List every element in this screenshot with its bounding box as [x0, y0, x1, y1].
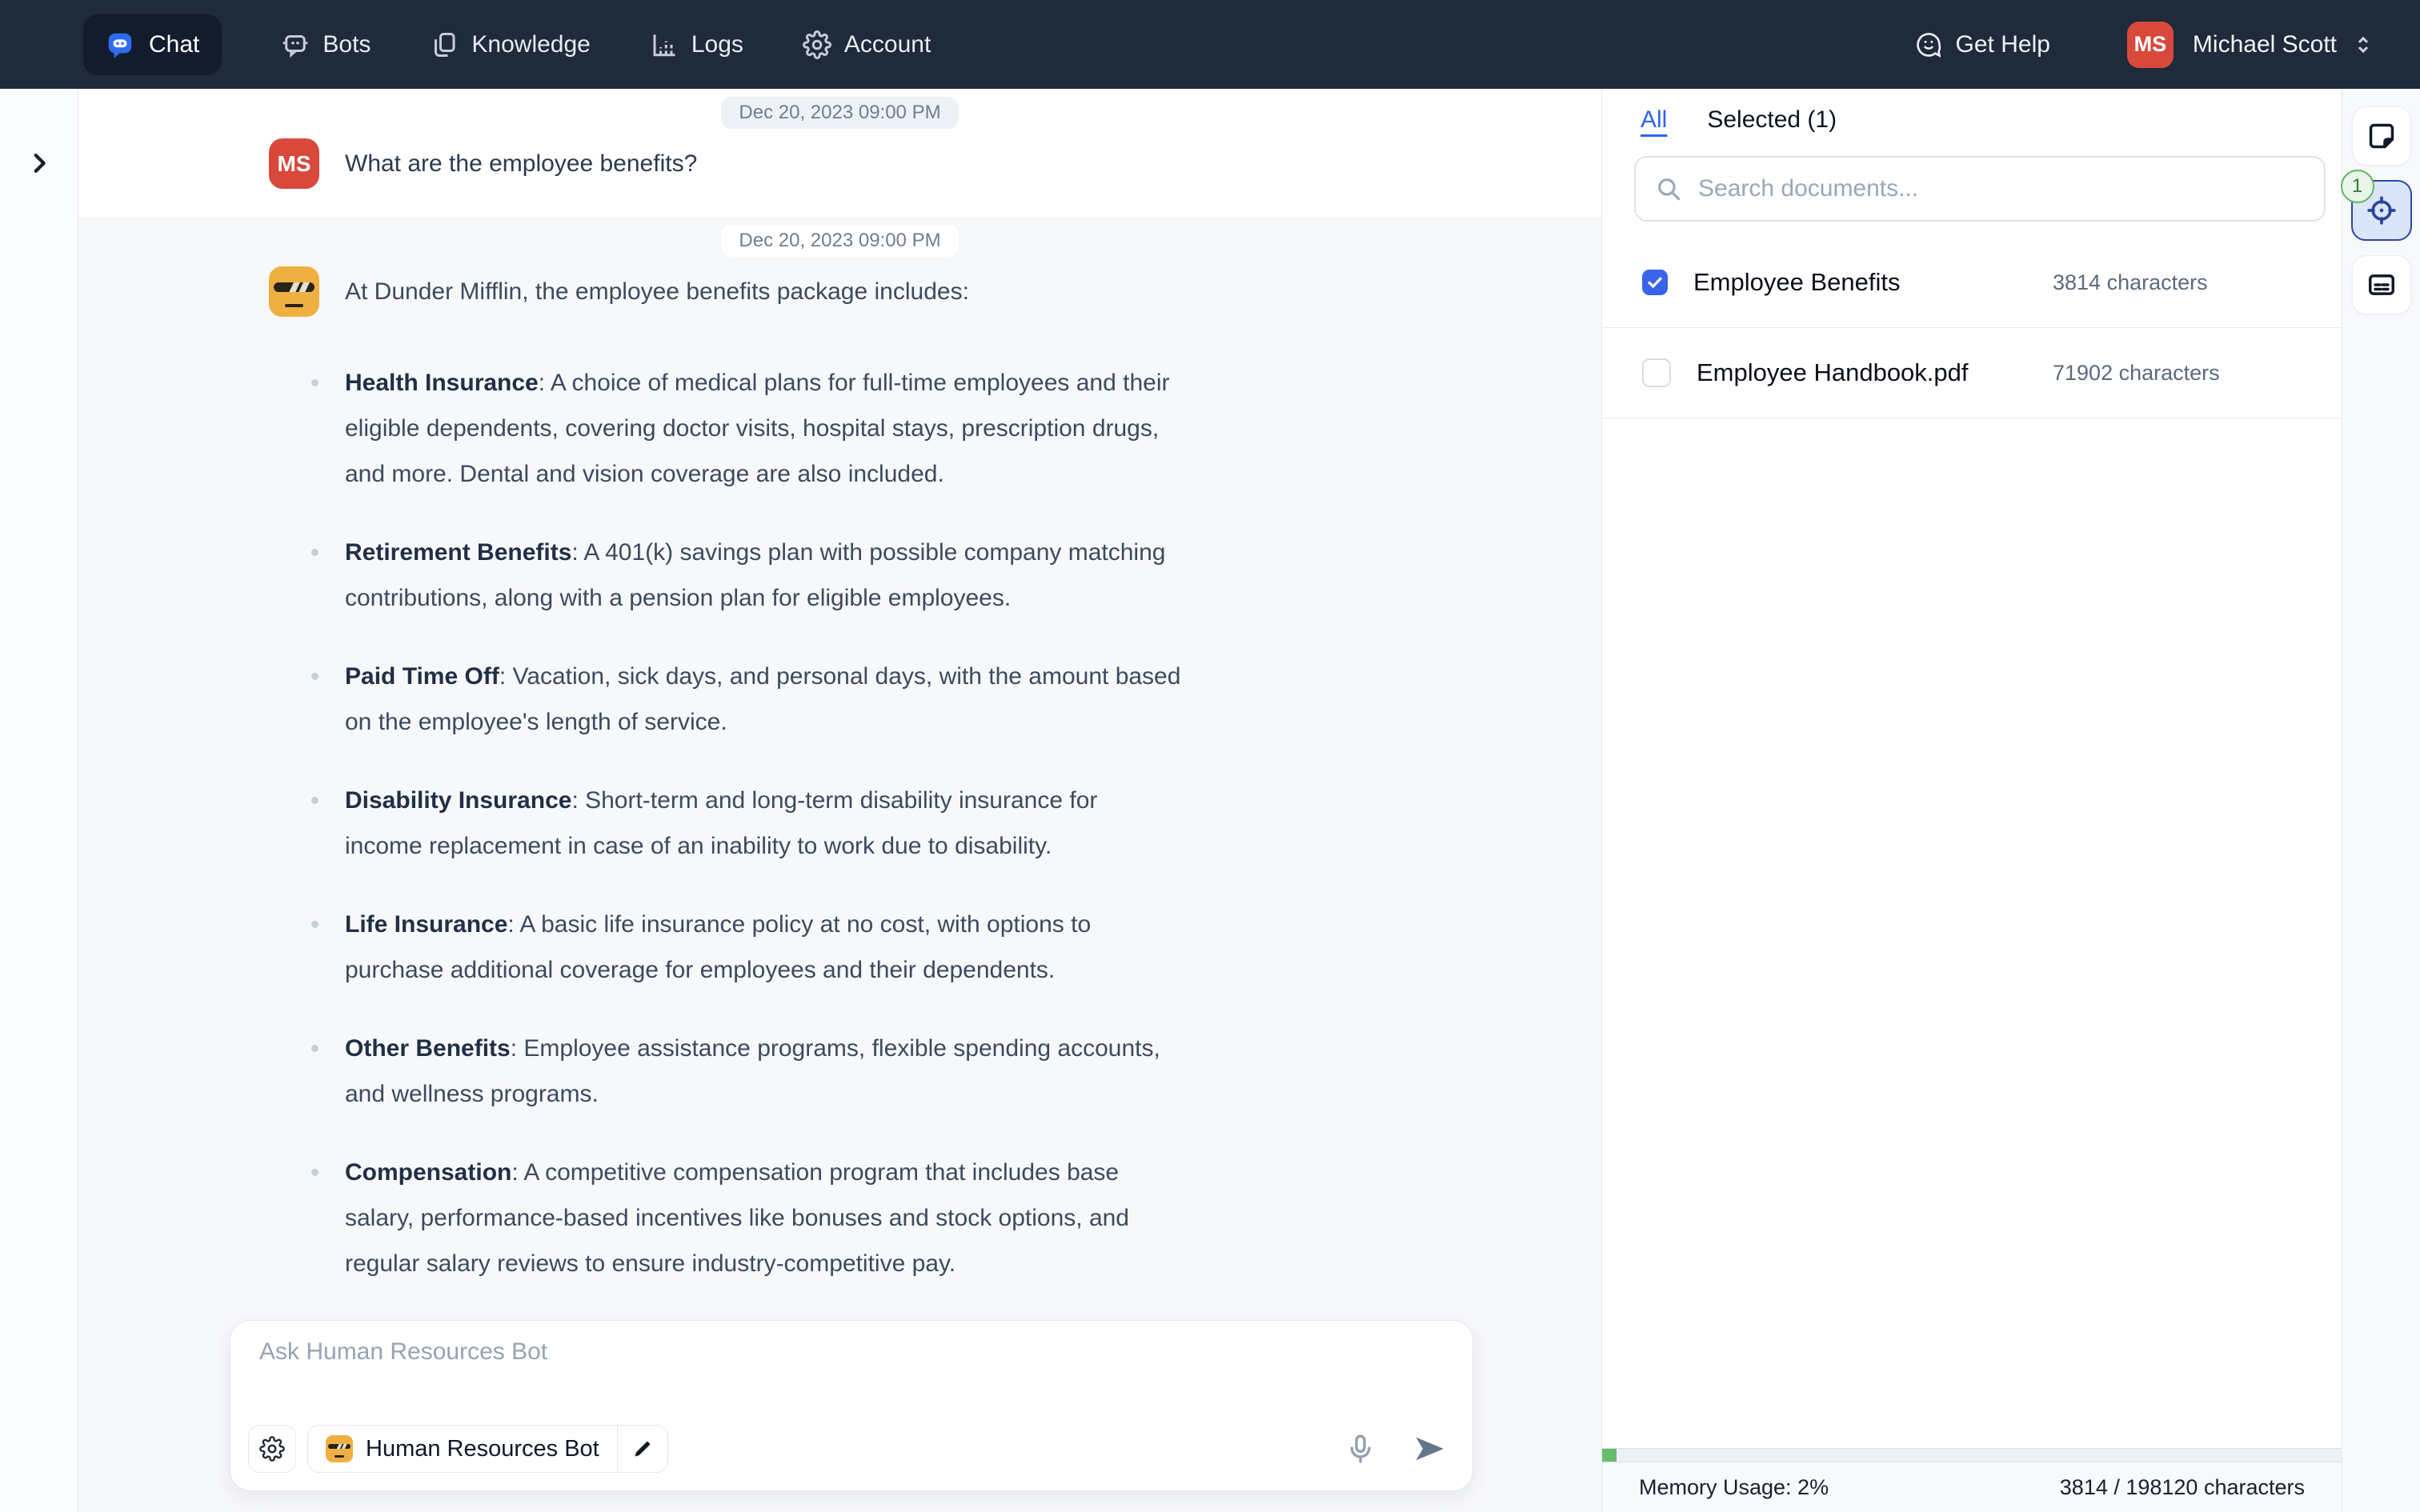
- benefit-item-life: Life Insurance: A basic life insurance p…: [345, 902, 1601, 993]
- document-row-employee-handbook[interactable]: Employee Handbook.pdf 71902 characters: [1602, 328, 2342, 418]
- captions-panel-button[interactable]: [2352, 255, 2411, 314]
- chat-input[interactable]: [258, 1337, 1445, 1404]
- bot-avatar: [269, 266, 319, 317]
- document-name: Employee Handbook.pdf: [1697, 358, 1969, 387]
- memory-usage-label: Memory Usage: 2%: [1639, 1475, 1829, 1500]
- get-help-button[interactable]: Get Help: [1914, 30, 2050, 59]
- user-avatar-initials: MS: [2134, 32, 2167, 57]
- nav-right-group: Get Help MS Michael Scott: [1914, 22, 2375, 68]
- document-checkbox[interactable]: [1642, 270, 1668, 295]
- search-icon: [1655, 175, 1682, 202]
- benefit-item-disability: Disability Insurance: Short-term and lon…: [345, 778, 1601, 869]
- bot-selector-label: Human Resources Bot: [366, 1436, 599, 1462]
- benefit-item-retirement: Retirement Benefits: A 401(k) savings pl…: [345, 530, 1601, 621]
- app-window: Chat Bots Knowledge: [0, 0, 2420, 1512]
- tab-account-label: Account: [844, 31, 931, 58]
- benefit-item-pto: Paid Time Off: Vacation, sick days, and …: [345, 654, 1601, 745]
- tab-bots[interactable]: Bots: [281, 30, 371, 59]
- user-message-text: What are the employee benefits?: [345, 150, 697, 178]
- mic-button[interactable]: [1344, 1431, 1376, 1466]
- tab-chat[interactable]: Chat: [83, 14, 222, 75]
- search-documents-input[interactable]: [1697, 174, 2305, 203]
- benefit-item-health: Health Insurance: A choice of medical pl…: [345, 360, 1601, 497]
- document-row-employee-benefits[interactable]: Employee Benefits 3814 characters: [1602, 238, 2342, 328]
- notes-panel-button[interactable]: [2352, 106, 2411, 166]
- tab-logs[interactable]: Logs: [650, 30, 743, 59]
- benefit-item-other: Other Benefits: Employee assistance prog…: [345, 1026, 1601, 1117]
- tab-knowledge[interactable]: Knowledge: [430, 30, 590, 59]
- tab-selected-documents[interactable]: Selected (1): [1707, 106, 1837, 134]
- microphone-icon: [1344, 1431, 1376, 1466]
- memory-footer: Memory Usage: 2% 3814 / 198120 character…: [1602, 1462, 2342, 1512]
- help-smile-icon: [1914, 30, 1943, 59]
- tab-chat-label: Chat: [149, 31, 199, 58]
- left-sidebar-collapsed: [0, 89, 78, 1512]
- tab-bots-label: Bots: [323, 31, 371, 58]
- timestamp: Dec 20, 2023 09:00 PM: [721, 97, 958, 129]
- selected-count-value: 1: [2352, 175, 2362, 198]
- bot-message-intro: At Dunder Mifflin, the employee benefits…: [345, 278, 969, 306]
- account-gear-icon: [803, 30, 831, 59]
- composer-settings-button[interactable]: [248, 1425, 296, 1473]
- settings-gear-icon: [259, 1436, 285, 1462]
- composer-controls: Human Resources Bot: [248, 1425, 1448, 1473]
- document-characters: 3814 characters: [2053, 270, 2208, 295]
- user-menu-chevrons-icon[interactable]: [2351, 31, 2375, 58]
- check-icon: [1646, 274, 1664, 291]
- tab-knowledge-label: Knowledge: [471, 31, 590, 58]
- bot-selector[interactable]: Human Resources Bot: [307, 1425, 668, 1473]
- document-characters: 71902 characters: [2053, 361, 2220, 386]
- selected-documents-panel-button[interactable]: 1: [2351, 180, 2412, 241]
- expand-sidebar-button[interactable]: [21, 145, 58, 182]
- main-area: Dec 20, 2023 09:00 PM MS What are the em…: [0, 89, 2420, 1512]
- nav-left-group: Chat Bots Knowledge: [45, 14, 931, 75]
- timestamp: Dec 20, 2023 09:00 PM: [721, 225, 958, 257]
- documents-sidebar: All Selected (1) Employee Benefit: [1602, 89, 2342, 1512]
- document-name: Employee Benefits: [1693, 268, 1900, 297]
- bot-selector-current: Human Resources Bot: [308, 1426, 617, 1472]
- chat-panel: Dec 20, 2023 09:00 PM MS What are the em…: [78, 89, 1602, 1512]
- composer: Human Resources Bot: [230, 1320, 1473, 1491]
- knowledge-icon: [430, 30, 459, 59]
- memory-usage-bar: [1602, 1448, 2342, 1462]
- tab-all-documents[interactable]: All: [1641, 106, 1667, 134]
- bot-avatar-mini: [326, 1435, 353, 1462]
- document-list: Employee Benefits 3814 characters Employ…: [1602, 238, 2342, 418]
- bots-icon: [281, 30, 310, 59]
- logs-icon: [650, 30, 679, 59]
- benefits-list: Health Insurance: A choice of medical pl…: [78, 360, 1601, 1286]
- document-search: [1634, 156, 2326, 222]
- user-avatar[interactable]: MS: [2127, 22, 2174, 68]
- user-message-block: Dec 20, 2023 09:00 PM MS What are the em…: [78, 89, 1601, 217]
- documents-tabs: All Selected (1): [1602, 89, 2342, 134]
- bot-message-block: Dec 20, 2023 09:00 PM At Dunder Mifflin,…: [78, 217, 1601, 1365]
- target-crosshair-icon: [2366, 194, 2398, 226]
- tab-logs-label: Logs: [691, 31, 743, 58]
- tab-account[interactable]: Account: [803, 30, 931, 59]
- user-name: Michael Scott: [2193, 31, 2337, 58]
- right-icon-rail: 1: [2342, 89, 2420, 1512]
- get-help-label: Get Help: [1956, 31, 2050, 58]
- send-button[interactable]: [1410, 1431, 1448, 1466]
- memory-usage-fill: [1602, 1449, 1617, 1462]
- benefit-item-compensation: Compensation: A competitive compensation…: [345, 1150, 1601, 1286]
- edit-bot-button[interactable]: [618, 1426, 667, 1472]
- pencil-icon: [631, 1438, 654, 1460]
- selected-count-badge: 1: [2341, 170, 2374, 203]
- memory-usage-detail: 3814 / 198120 characters: [2060, 1475, 2305, 1500]
- captions-icon: [2366, 270, 2397, 300]
- send-arrow-icon: [1410, 1431, 1448, 1466]
- message-avatar-user: MS: [269, 138, 319, 189]
- chevron-right-icon: [26, 150, 53, 177]
- note-icon: [2366, 121, 2397, 151]
- document-checkbox[interactable]: [1642, 358, 1671, 387]
- chat-bubble-icon: [106, 30, 134, 59]
- top-nav: Chat Bots Knowledge: [0, 0, 2420, 89]
- avatar-initials: MS: [278, 151, 311, 177]
